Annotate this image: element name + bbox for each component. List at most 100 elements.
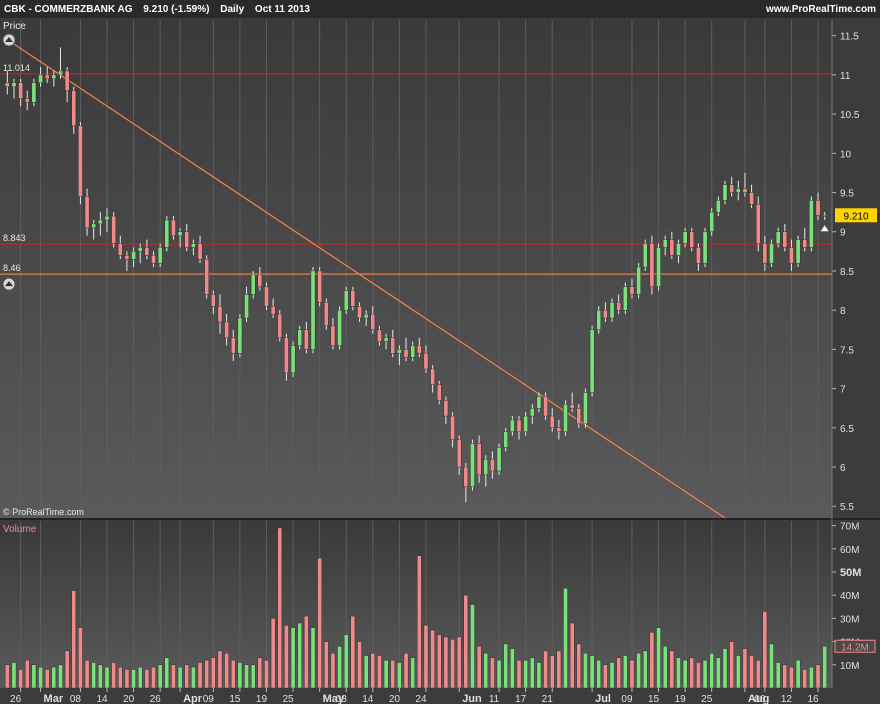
volume-bar xyxy=(18,669,23,689)
x-tick-label: Apr xyxy=(183,693,203,704)
volume-bar xyxy=(516,659,522,689)
volume-bar xyxy=(357,641,362,689)
candle-body xyxy=(330,325,336,346)
candle-body xyxy=(224,321,229,338)
volume-bar xyxy=(563,588,568,689)
x-tick-label: 16 xyxy=(807,694,819,704)
candle-body xyxy=(722,184,728,201)
volume-bar xyxy=(549,655,555,689)
volume-tick-label: 10M xyxy=(840,661,859,672)
candle-body xyxy=(310,270,316,350)
candle-body xyxy=(250,274,256,295)
x-tick-label: 20 xyxy=(389,694,401,704)
candle-body xyxy=(410,345,415,358)
volume-bar xyxy=(609,662,615,689)
candle-body xyxy=(31,82,37,103)
volume-bar xyxy=(151,666,156,689)
volume-bar xyxy=(603,664,608,689)
volume-bar xyxy=(583,653,588,689)
candle-body xyxy=(669,239,675,256)
volume-bar xyxy=(769,643,774,689)
candle-body xyxy=(689,231,695,248)
candle-body xyxy=(769,243,774,264)
candle-body xyxy=(629,286,635,295)
candle-body xyxy=(775,231,781,244)
price-panel xyxy=(0,20,832,518)
volume-bar xyxy=(636,653,641,689)
volume-bar xyxy=(676,657,681,689)
candle-body xyxy=(230,337,236,354)
volume-bar xyxy=(669,650,675,689)
y-tick-label: 8 xyxy=(840,306,846,317)
volume-bar xyxy=(104,666,110,689)
volume-bar xyxy=(350,615,356,689)
candle-body xyxy=(456,439,462,468)
x-tick-label: Jun xyxy=(462,693,482,704)
candle-body xyxy=(337,309,342,346)
volume-bar xyxy=(264,659,269,689)
volume-bar xyxy=(290,627,296,689)
volume-bar xyxy=(58,664,63,689)
candle-body xyxy=(496,447,502,472)
volume-bar xyxy=(809,666,814,689)
volume-bar xyxy=(410,657,415,689)
candle-body xyxy=(91,223,96,229)
x-tick-label: 06 xyxy=(754,694,766,704)
candle-body xyxy=(589,329,595,393)
volume-bar xyxy=(144,669,150,689)
volume-tick-label: 60M xyxy=(840,545,859,556)
candle-body xyxy=(430,368,435,385)
volume-bar xyxy=(662,646,668,689)
candle-body xyxy=(696,247,701,264)
volume-bar xyxy=(822,646,827,689)
candle-body xyxy=(470,443,475,487)
candle-body xyxy=(290,345,296,374)
candle-body xyxy=(749,192,754,205)
candle-body xyxy=(676,243,681,256)
candle-body xyxy=(171,219,176,236)
x-tick-label: 09 xyxy=(203,694,215,704)
volume-bar xyxy=(802,669,808,689)
candle-body xyxy=(443,400,449,417)
candle-body xyxy=(137,247,143,252)
candle-body xyxy=(177,231,183,236)
candle-body xyxy=(556,427,562,432)
candle-body xyxy=(124,255,130,260)
volume-bar xyxy=(111,662,116,689)
volume-bar xyxy=(775,662,781,689)
volume-bar xyxy=(417,555,422,689)
x-tick-label: 25 xyxy=(701,694,713,704)
candle-body xyxy=(277,313,283,338)
volume-bar xyxy=(197,662,203,689)
volume-bar xyxy=(556,650,562,689)
candle-body xyxy=(217,306,223,323)
candle-body xyxy=(662,239,668,248)
volume-bar xyxy=(476,646,482,689)
volume-bar xyxy=(257,657,263,689)
candle-body xyxy=(636,266,641,295)
volume-bar xyxy=(483,653,489,689)
x-tick-label: 08 xyxy=(70,694,82,704)
volume-bar xyxy=(38,666,43,689)
volume-bar xyxy=(71,590,77,689)
last-price-tag-label: 9.210 xyxy=(843,211,868,222)
candle-body xyxy=(623,286,628,311)
volume-bar xyxy=(450,639,455,689)
chart-canvas[interactable]: 5.566.577.588.599.51010.51111.511.0148.8… xyxy=(0,0,880,704)
candle-body xyxy=(709,211,714,232)
volume-bar xyxy=(224,653,229,689)
volume-bar xyxy=(470,604,475,689)
volume-bar xyxy=(118,666,123,689)
volume-bar xyxy=(436,634,442,689)
candle-body xyxy=(642,243,648,268)
candle-body xyxy=(38,74,43,83)
volume-bar xyxy=(397,662,402,689)
volume-bar xyxy=(523,659,528,689)
volume-bar xyxy=(164,657,170,689)
candle-body xyxy=(44,74,50,80)
volume-bar xyxy=(789,666,794,689)
candle-body xyxy=(490,458,495,472)
candle-body xyxy=(523,415,528,432)
volume-bar xyxy=(642,650,648,689)
volume-bar xyxy=(184,664,190,689)
